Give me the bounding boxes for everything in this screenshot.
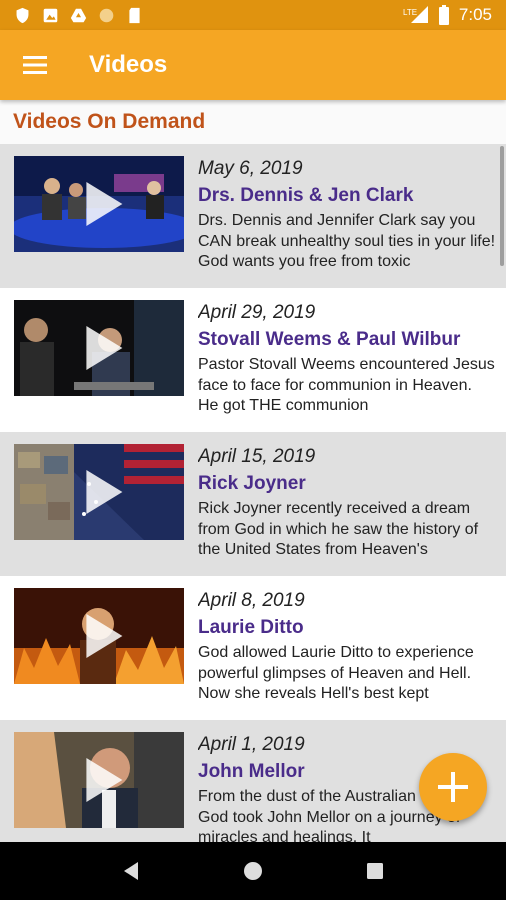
video-date: May 6, 2019 <box>198 158 303 179</box>
photo-icon <box>43 8 58 22</box>
play-icon <box>86 182 123 226</box>
video-thumbnail[interactable] <box>14 588 184 684</box>
video-list-item[interactable]: April 8, 2019 Laurie Ditto God allowed L… <box>0 576 506 720</box>
battery-icon <box>438 5 449 25</box>
video-date: April 8, 2019 <box>198 590 305 611</box>
video-description: God allowed Laurie Ditto to experience p… <box>198 644 474 702</box>
notification-icons <box>14 7 143 24</box>
video-thumbnail[interactable] <box>14 732 184 828</box>
plus-icon <box>438 772 468 802</box>
hamburger-menu-icon <box>23 56 47 74</box>
video-date: April 29, 2019 <box>198 302 316 323</box>
video-title[interactable]: Stovall Weems & Paul Wilbur <box>198 327 496 353</box>
scrollbar[interactable] <box>500 146 504 266</box>
shield-icon <box>16 7 29 23</box>
back-icon <box>124 862 138 880</box>
page-title: Videos <box>89 51 168 78</box>
video-list-item[interactable]: April 15, 2019 Rick Joyner Rick Joyner r… <box>0 432 506 576</box>
app-bar: Videos <box>0 30 506 100</box>
video-description: Pastor Stovall Weems encountered Jesus f… <box>198 356 495 414</box>
menu-button[interactable] <box>0 30 70 100</box>
drive-icon <box>70 8 87 22</box>
network-label: LTE <box>403 8 417 17</box>
recents-button[interactable] <box>355 851 395 891</box>
circle-icon <box>99 8 114 22</box>
system-nav-bar <box>0 842 506 900</box>
video-thumbnail[interactable] <box>14 444 184 540</box>
back-button[interactable] <box>111 851 151 891</box>
video-title[interactable]: Laurie Ditto <box>198 615 496 641</box>
video-thumbnail[interactable] <box>14 300 184 396</box>
video-list-item[interactable]: April 29, 2019 Stovall Weems & Paul Wilb… <box>0 288 506 432</box>
video-list-item[interactable]: May 6, 2019 Drs. Dennis & Jen Clark Drs.… <box>0 144 506 288</box>
video-title[interactable]: Drs. Dennis & Jen Clark <box>198 183 496 209</box>
signal-icon: LTE <box>403 6 428 23</box>
section-title: Videos On Demand <box>13 110 206 133</box>
home-button[interactable] <box>233 851 273 891</box>
recents-icon <box>367 863 383 879</box>
play-icon <box>86 614 123 658</box>
play-icon <box>86 326 123 370</box>
status-bar: LTE 7:05 <box>0 0 506 30</box>
play-icon <box>86 758 123 802</box>
sd-card-icon <box>129 7 140 23</box>
video-list[interactable]: May 6, 2019 Drs. Dennis & Jen Clark Drs.… <box>0 144 506 842</box>
video-description: Rick Joyner recently received a dream fr… <box>198 500 479 558</box>
home-icon <box>244 862 262 880</box>
video-date: April 15, 2019 <box>198 446 316 467</box>
video-thumbnail[interactable] <box>14 156 184 252</box>
play-icon <box>86 470 123 514</box>
video-title[interactable]: Rick Joyner <box>198 471 496 497</box>
video-description: Drs. Dennis and Jennifer Clark say you C… <box>198 212 496 270</box>
section-header: Videos On Demand <box>0 100 506 144</box>
add-button[interactable] <box>419 753 487 821</box>
clock: 7:05 <box>458 5 492 24</box>
